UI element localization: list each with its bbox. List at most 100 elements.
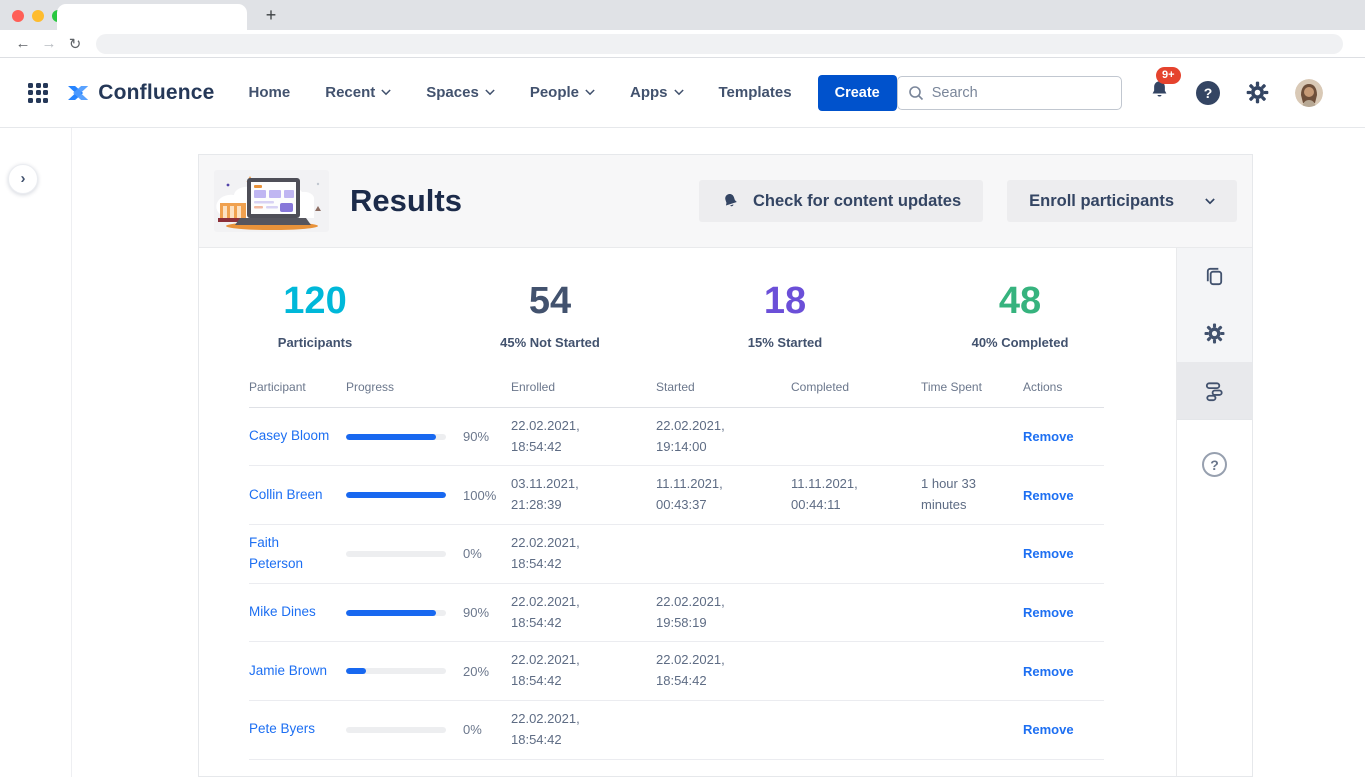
progress-bar (346, 727, 446, 733)
remove-link[interactable]: Remove (1023, 605, 1074, 620)
progress-bar (346, 610, 446, 616)
address-bar[interactable] (96, 34, 1343, 54)
stat-value: 18 (691, 281, 879, 323)
participant-link[interactable]: Pete Byers (249, 721, 315, 736)
stats-row: 120 Participants 54 45% Not Started 18 1… (199, 248, 1176, 350)
participant-link[interactable]: Casey Bloom (249, 428, 329, 443)
progress-bar (346, 551, 446, 557)
enrolled-date: 22.02.2021, 18:54:42 (511, 650, 656, 692)
enroll-participants-button[interactable]: Enroll participants (1007, 180, 1237, 222)
remove-link[interactable]: Remove (1023, 546, 1074, 561)
help-tool-button[interactable]: ? (1177, 436, 1252, 493)
progress-percent: 0% (463, 546, 482, 561)
chevron-down-icon (1205, 198, 1215, 205)
menu-item-spaces[interactable]: Spaces (426, 84, 495, 101)
forward-icon[interactable]: → (36, 35, 62, 52)
progress-bar (346, 434, 446, 440)
menu-item-templates[interactable]: Templates (719, 84, 792, 101)
menu-item-home[interactable]: Home (249, 84, 291, 101)
collapsed-sidebar (0, 128, 72, 777)
course-illustration (214, 170, 329, 232)
enrolled-date: 22.02.2021, 18:54:42 (511, 533, 656, 575)
progress-fill (346, 610, 436, 616)
main-menu: Home Recent Spaces People Apps Templates (249, 84, 792, 101)
progress-fill (346, 668, 366, 674)
settings-tool-button[interactable] (1177, 305, 1252, 362)
progress-percent: 0% (463, 722, 482, 737)
table-row: Pete Byers 0% 22.02.2021, 18:54:42 Remov… (249, 701, 1104, 760)
participant-link[interactable]: Collin Breen (249, 487, 323, 502)
col-actions: Actions (1023, 380, 1104, 394)
menu-item-people[interactable]: People (530, 84, 595, 101)
col-progress: Progress (346, 380, 511, 394)
app-switcher-icon[interactable] (28, 83, 48, 103)
expand-sidebar-button[interactable]: › (8, 164, 38, 194)
gear-icon (1203, 322, 1226, 345)
col-enrolled: Enrolled (511, 380, 656, 394)
table-row: Jamie Brown 20% 22.02.2021, 18:54:42 22.… (249, 642, 1104, 701)
browser-toolbar: ← → ↻ (0, 30, 1365, 58)
progress-percent: 90% (463, 429, 489, 444)
new-tab-button[interactable]: + (258, 2, 284, 28)
copy-icon (1203, 265, 1226, 288)
stat-label: 45% Not Started (456, 335, 644, 350)
stat-value: 120 (221, 281, 409, 323)
participant-link[interactable]: Mike Dines (249, 604, 316, 619)
started-date: 11.11.2021, 00:43:37 (656, 474, 791, 516)
check-updates-button[interactable]: Check for content updates (699, 180, 983, 222)
browser-tab[interactable] (57, 4, 247, 30)
col-participant: Participant (249, 380, 346, 394)
pages-tool-button[interactable] (1177, 248, 1252, 305)
results-header: Results Check for content updates Enroll… (199, 155, 1252, 248)
app-navbar: Confluence Home Recent Spaces People App… (0, 58, 1365, 128)
remove-link[interactable]: Remove (1023, 488, 1074, 503)
table-row: Collin Breen 100% 03.11.2021, 21:28:39 1… (249, 466, 1104, 525)
help-button[interactable]: ? (1196, 81, 1220, 105)
participants-table: Participant Progress Enrolled Started Co… (249, 380, 1104, 760)
table-header: Participant Progress Enrolled Started Co… (249, 380, 1104, 408)
participant-link[interactable]: Faith Peterson (249, 535, 303, 571)
table-row: Casey Bloom 90% 22.02.2021, 18:54:42 22.… (249, 408, 1104, 467)
participant-link[interactable]: Jamie Brown (249, 663, 327, 678)
progress-percent: 20% (463, 664, 489, 679)
search-icon (908, 85, 924, 101)
stat-label: Participants (221, 335, 409, 350)
col-completed: Completed (791, 380, 921, 394)
progress-percent: 90% (463, 605, 489, 620)
user-avatar[interactable] (1295, 79, 1323, 107)
navbar-actions: 9+ ? (1148, 78, 1323, 107)
search-input[interactable] (897, 76, 1122, 110)
stat-not-started: 54 45% Not Started (456, 281, 644, 350)
chevron-down-icon (674, 89, 684, 96)
remove-link[interactable]: Remove (1023, 664, 1074, 679)
stat-value: 48 (926, 281, 1114, 323)
notifications-button[interactable]: 9+ (1148, 78, 1171, 107)
menu-item-recent[interactable]: Recent (325, 84, 391, 101)
create-button[interactable]: Create (818, 75, 897, 111)
progress-bar (346, 668, 446, 674)
time-spent: 1 hour 33 minutes (921, 474, 1023, 516)
close-window-icon[interactable] (12, 10, 24, 22)
results-panel: Results Check for content updates Enroll… (198, 154, 1253, 777)
remove-link[interactable]: Remove (1023, 429, 1074, 444)
stat-value: 54 (456, 281, 644, 323)
stat-completed: 48 40% Completed (926, 281, 1114, 350)
question-icon: ? (1202, 452, 1227, 477)
started-date: 22.02.2021, 19:58:19 (656, 592, 791, 634)
reload-icon[interactable]: ↻ (62, 35, 88, 53)
settings-gear-icon[interactable] (1245, 80, 1270, 105)
back-icon[interactable]: ← (10, 35, 36, 52)
completed-date: 11.11.2021, 00:44:11 (791, 474, 921, 516)
table-row: Faith Peterson 0% 22.02.2021, 18:54:42 R… (249, 525, 1104, 584)
stat-label: 40% Completed (926, 335, 1114, 350)
enrolled-date: 03.11.2021, 21:28:39 (511, 474, 656, 516)
page-content: › (0, 128, 1365, 777)
menu-item-apps[interactable]: Apps (630, 84, 684, 101)
col-started: Started (656, 380, 791, 394)
stat-started: 18 15% Started (691, 281, 879, 350)
table-body: Casey Bloom 90% 22.02.2021, 18:54:42 22.… (249, 408, 1104, 760)
remove-link[interactable]: Remove (1023, 722, 1074, 737)
macro-sidebar: ? (1176, 248, 1252, 776)
results-tool-button[interactable] (1177, 362, 1252, 419)
minimize-window-icon[interactable] (32, 10, 44, 22)
